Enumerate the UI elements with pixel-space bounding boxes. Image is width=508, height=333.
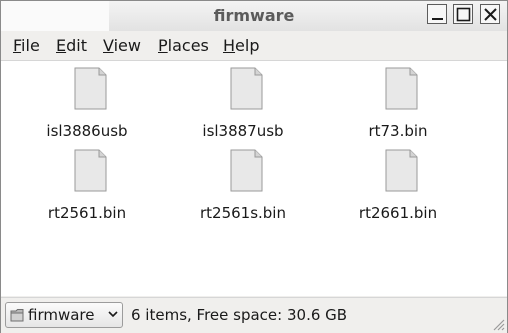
generic-file-icon bbox=[385, 149, 418, 192]
generic-file-icon bbox=[230, 67, 263, 110]
title-bar[interactable]: firmware bbox=[1, 1, 507, 31]
file-manager-window: firmware File Edit View Places Help isl3… bbox=[0, 0, 508, 333]
menu-places[interactable]: Places bbox=[158, 36, 209, 55]
maximize-icon bbox=[456, 7, 471, 22]
menu-file[interactable]: File bbox=[13, 36, 40, 55]
file-name: rt73.bin bbox=[368, 122, 428, 140]
menu-view[interactable]: View bbox=[103, 36, 141, 55]
generic-file-icon bbox=[385, 67, 418, 110]
file-name: rt2661.bin bbox=[358, 204, 438, 222]
status-info: 6 items, Free space: 30.6 GB bbox=[131, 306, 348, 324]
location-label: firmware bbox=[28, 306, 95, 324]
status-bar: firmware 6 items, Free space: 30.6 GB bbox=[1, 297, 507, 333]
close-icon bbox=[484, 8, 497, 21]
file-name: isl3886usb bbox=[46, 122, 128, 140]
minimize-icon bbox=[432, 18, 443, 20]
file-name: isl3887usb bbox=[202, 122, 284, 140]
maximize-button[interactable] bbox=[453, 4, 473, 24]
minimize-button[interactable] bbox=[427, 4, 447, 24]
resize-grip-icon[interactable] bbox=[491, 317, 505, 331]
folder-icon bbox=[10, 309, 24, 322]
menu-help[interactable]: Help bbox=[223, 36, 259, 55]
location-dropdown[interactable]: firmware bbox=[5, 302, 123, 328]
generic-file-icon bbox=[74, 149, 107, 192]
file-view[interactable]: isl3886usb isl3887usb rt73.bin rt2561.bi… bbox=[1, 61, 507, 296]
menu-edit[interactable]: Edit bbox=[56, 36, 87, 55]
generic-file-icon bbox=[74, 67, 107, 110]
close-button[interactable] bbox=[480, 4, 500, 24]
generic-file-icon bbox=[230, 149, 263, 192]
file-name: rt2561.bin bbox=[47, 204, 127, 222]
menu-bar: File Edit View Places Help bbox=[1, 31, 507, 61]
chevron-down-icon bbox=[108, 311, 118, 318]
file-name: rt2561s.bin bbox=[199, 204, 286, 222]
